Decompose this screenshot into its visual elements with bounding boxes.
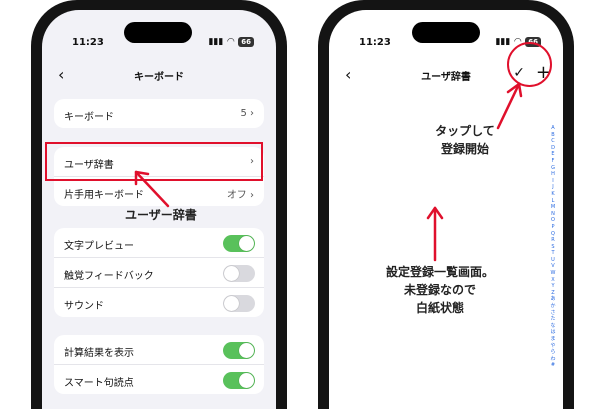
annotation-empty-list: 設定登録一覧画面。 未登録なので 白紙状態 bbox=[380, 263, 500, 317]
annotation-empty-line3: 白紙状態 bbox=[415, 301, 464, 315]
annotation-user-dictionary: ユーザー辞書 bbox=[125, 208, 197, 222]
annotation-tap-start: タップして 登録開始 bbox=[430, 122, 500, 158]
arrow-to-user-dictionary bbox=[134, 170, 170, 208]
annotation-arrows bbox=[134, 82, 523, 262]
annotation-tap-line1: タップして bbox=[435, 124, 495, 138]
annotation-empty-line2: 未登録なので bbox=[403, 283, 476, 297]
annotation-empty-line1: 設定登録一覧画面。 bbox=[385, 265, 494, 279]
annotation-tap-line2: 登録開始 bbox=[440, 142, 489, 156]
